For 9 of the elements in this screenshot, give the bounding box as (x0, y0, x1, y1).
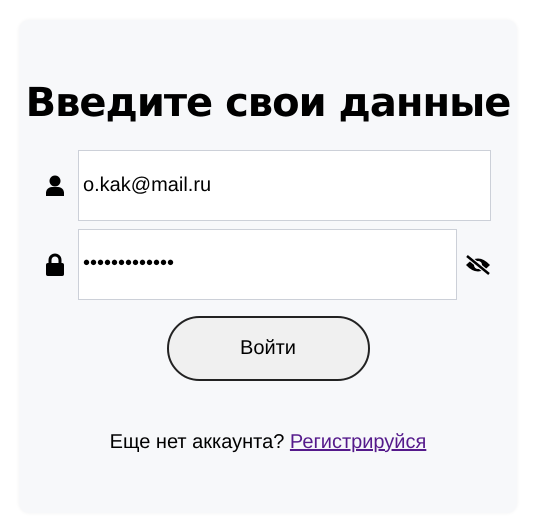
signup-prompt: Еще нет аккаунта? (110, 431, 284, 453)
signup-link[interactable]: Регистрируйся (290, 431, 426, 453)
password-field[interactable]: ••••••••••••• (78, 229, 457, 300)
form-title: Введите свои данные (26, 80, 510, 126)
lock-icon (45, 252, 65, 276)
email-field[interactable]: o.kak@mail.ru (78, 150, 491, 221)
user-icon (45, 174, 65, 196)
eye-slash-icon[interactable] (464, 254, 492, 276)
login-button[interactable]: Войти (166, 316, 370, 381)
